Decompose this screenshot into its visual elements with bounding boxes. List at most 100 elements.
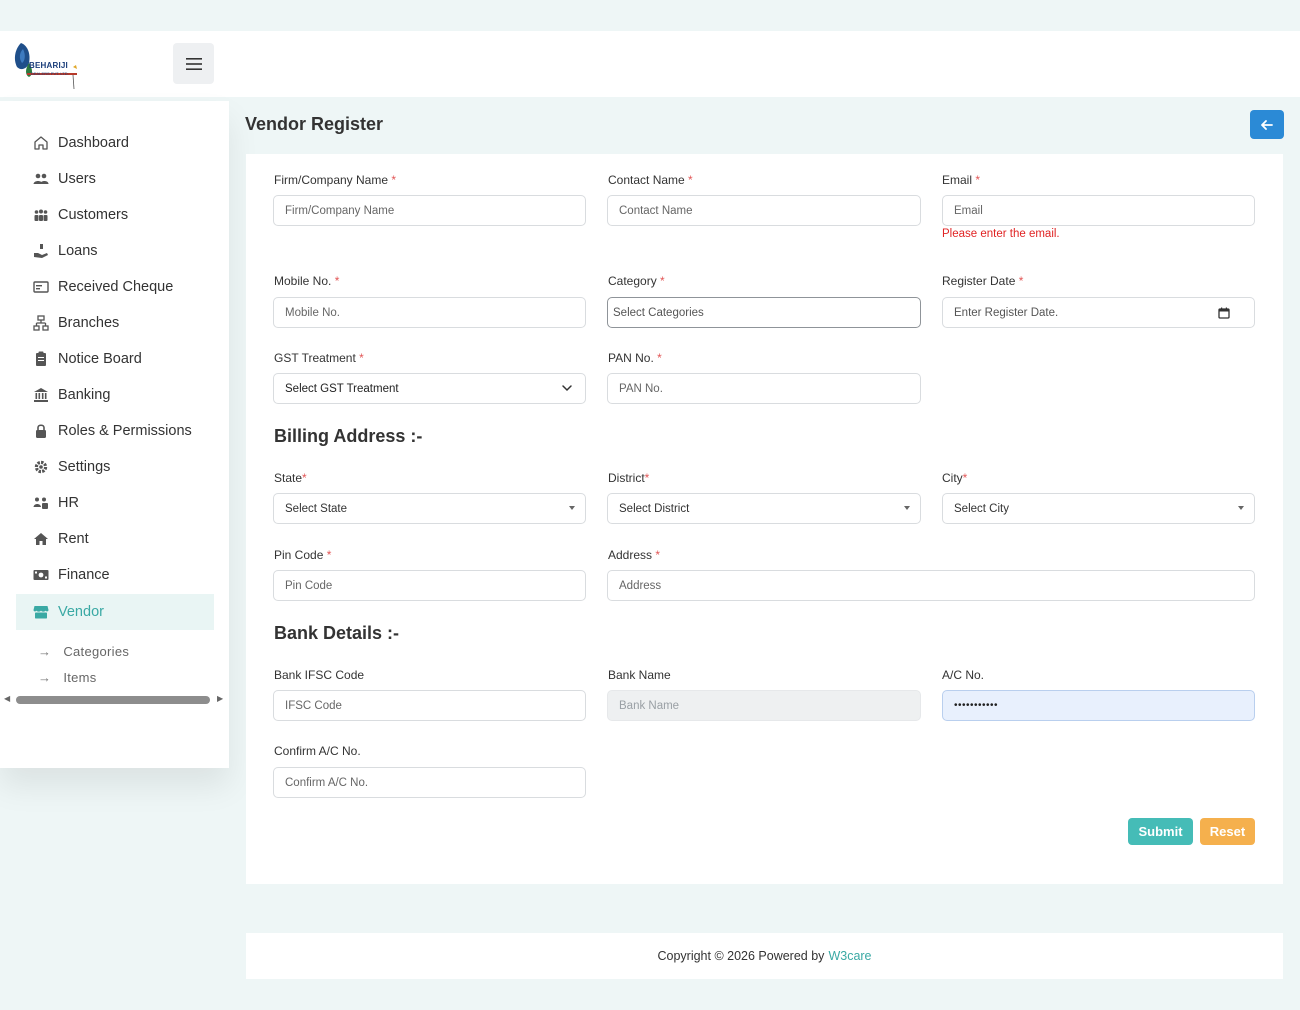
required-mark: *	[655, 548, 661, 562]
customers-icon	[32, 206, 50, 224]
users-icon	[32, 170, 50, 188]
account-number-input[interactable]: •••••••••••	[942, 690, 1255, 721]
address-input[interactable]	[607, 570, 1255, 601]
pin-code-label: Pin Code *	[274, 548, 332, 562]
company-logo[interactable]: BEHARIJI DEALERS PVT. LTD.	[13, 39, 81, 91]
sidebar-item-vendor[interactable]: Vendor	[16, 594, 214, 630]
arrow-right-icon: →	[38, 643, 52, 659]
sidebar-horizontal-scrollbar[interactable]: ◀ ▶	[0, 693, 229, 707]
sidebar-item-rent[interactable]: Rent	[16, 521, 214, 557]
w3care-link[interactable]: W3care	[828, 949, 871, 963]
email-input[interactable]	[942, 195, 1255, 226]
sidebar-item-customers[interactable]: Customers	[16, 197, 214, 233]
sidebar-item-label: Rent	[58, 531, 89, 547]
money-icon	[32, 566, 50, 584]
firm-name-input[interactable]	[273, 195, 586, 226]
register-date-label: Register Date *	[942, 274, 1024, 288]
caret-down-icon	[569, 506, 575, 510]
city-value: Select City	[954, 502, 1009, 515]
sidebar-item-hr[interactable]: HR	[16, 485, 214, 521]
sidebar-item-finance[interactable]: Finance	[16, 557, 214, 593]
bank-details-heading: Bank Details :-	[274, 623, 400, 643]
required-mark: *	[962, 471, 968, 485]
back-button[interactable]	[1250, 110, 1284, 139]
sidebar-item-notice-board[interactable]: Notice Board	[16, 341, 214, 377]
category-multiselect[interactable]: Select Categories	[607, 297, 921, 328]
caret-down-icon	[1238, 506, 1244, 510]
city-label: City*	[942, 471, 968, 485]
gst-treatment-label: GST Treatment *	[274, 351, 364, 365]
arrow-right-icon: →	[38, 669, 52, 685]
required-mark: *	[660, 274, 665, 288]
category-placeholder: Select Categories	[613, 306, 704, 319]
ifsc-input[interactable]	[273, 690, 586, 721]
hamburger-menu-button[interactable]	[173, 43, 214, 84]
loans-icon	[32, 242, 50, 260]
billing-address-heading: Billing Address :-	[274, 426, 423, 446]
mobile-label: Mobile No. *	[274, 274, 340, 288]
sidebar-item-label: Loans	[58, 243, 98, 259]
register-date-input[interactable]: Enter Register Date.	[942, 297, 1255, 328]
sidebar-item-users[interactable]: Users	[16, 161, 214, 197]
house-icon	[32, 530, 50, 548]
sidebar-item-label: Banking	[58, 387, 111, 403]
address-label: Address *	[608, 548, 661, 562]
account-number-value: •••••••••••	[954, 700, 999, 711]
required-mark: *	[302, 471, 307, 485]
sidebar: Dashboard Users Customers Loans Received…	[0, 101, 229, 768]
required-mark: *	[975, 173, 981, 187]
sidebar-item-banking[interactable]: Banking	[16, 377, 214, 413]
sidebar-item-label: Finance	[58, 567, 110, 583]
required-mark: *	[657, 351, 662, 365]
state-label: State*	[274, 471, 307, 485]
sidebar-item-branches[interactable]: Branches	[16, 305, 214, 341]
pan-input[interactable]	[607, 373, 921, 404]
district-label: District*	[608, 471, 650, 485]
bank-icon	[32, 386, 50, 404]
firm-name-label: Firm/Company Name *	[274, 173, 397, 187]
confirm-account-label: Confirm A/C No.	[274, 744, 361, 758]
gst-treatment-select[interactable]: Select GST Treatment	[273, 373, 586, 404]
sidebar-item-label: Customers	[58, 207, 129, 223]
city-select[interactable]: Select City	[942, 493, 1255, 524]
contact-name-label: Contact Name *	[608, 173, 693, 187]
hr-icon	[32, 494, 50, 512]
lock-icon	[32, 422, 50, 440]
sidebar-item-loans[interactable]: Loans	[16, 233, 214, 269]
sidebar-item-settings[interactable]: Settings	[16, 449, 214, 485]
chevron-down-icon	[562, 385, 572, 392]
home-icon	[32, 134, 50, 152]
district-select[interactable]: Select District	[607, 493, 921, 524]
scroll-right-icon[interactable]: ▶	[217, 694, 223, 703]
sidebar-item-dashboard[interactable]: Dashboard	[16, 125, 214, 161]
required-mark: *	[334, 274, 340, 288]
pin-code-input[interactable]	[273, 570, 586, 601]
scrollbar-thumb[interactable]	[16, 696, 210, 704]
required-mark: *	[644, 471, 650, 485]
sidebar-item-roles-permissions[interactable]: Roles & Permissions	[16, 413, 214, 449]
scroll-left-icon[interactable]: ◀	[4, 694, 10, 703]
email-error-message: Please enter the email.	[942, 228, 1060, 240]
state-value: Select State	[285, 502, 348, 515]
reset-button[interactable]: Reset	[1200, 818, 1255, 845]
page-title: Vendor Register	[245, 114, 384, 134]
footer: Copyright © 2026 Powered by W3care	[246, 933, 1283, 979]
calendar-icon[interactable]	[1218, 307, 1230, 319]
mobile-input[interactable]	[273, 297, 586, 328]
sidebar-item-label: Vendor	[58, 604, 104, 620]
sidebar-subitem-items[interactable]: → Items	[38, 668, 97, 686]
confirm-account-input[interactable]	[273, 767, 586, 798]
sidebar-item-label: Users	[58, 171, 96, 187]
submit-button[interactable]: Submit	[1128, 818, 1193, 845]
account-number-label: A/C No.	[942, 668, 985, 682]
sidebar-item-label: Roles & Permissions	[58, 423, 192, 439]
sidebar-item-received-cheque[interactable]: Received Cheque	[16, 269, 214, 305]
state-select[interactable]: Select State	[273, 493, 586, 524]
store-icon	[32, 603, 50, 621]
contact-name-input[interactable]	[607, 195, 921, 226]
bank-name-input: Bank Name	[607, 690, 921, 721]
ifsc-label: Bank IFSC Code	[274, 668, 365, 682]
top-bar: BEHARIJI DEALERS PVT. LTD.	[0, 31, 1300, 97]
sidebar-subitem-categories[interactable]: → Categories	[38, 642, 129, 660]
bank-name-placeholder: Bank Name	[619, 699, 680, 712]
